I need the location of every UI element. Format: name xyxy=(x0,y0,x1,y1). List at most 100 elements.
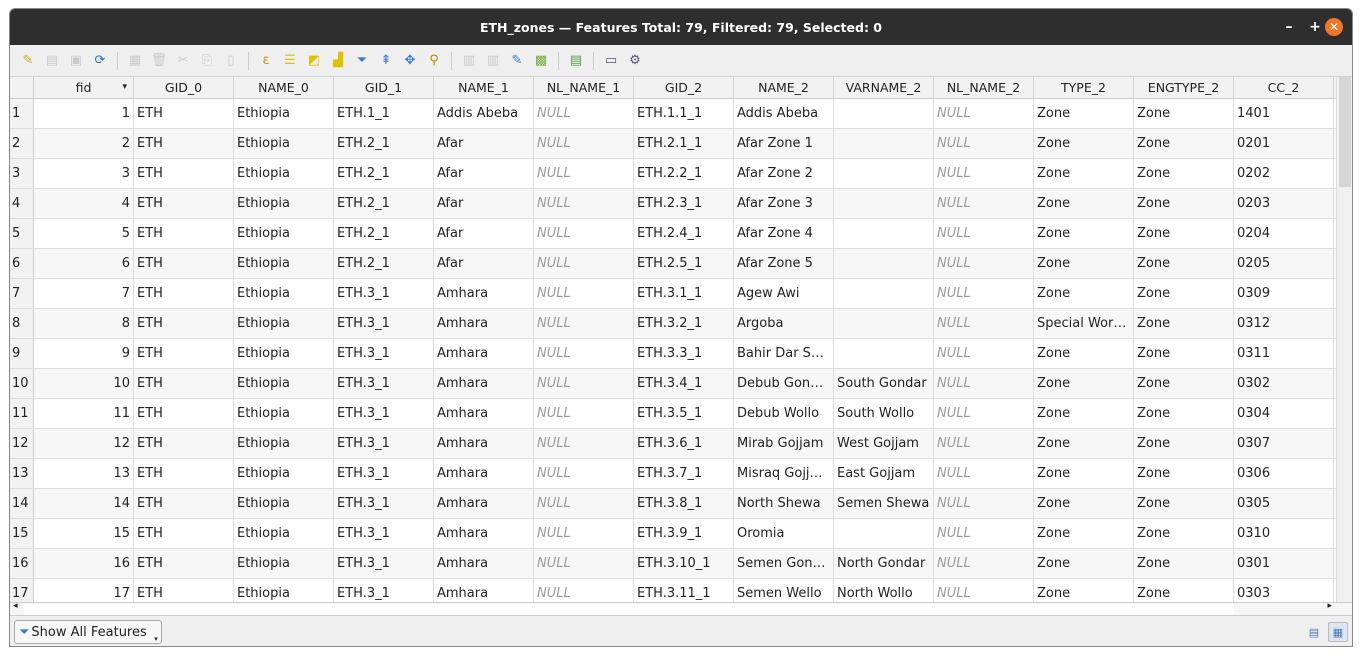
cell-type_2[interactable]: Zone xyxy=(1034,429,1134,458)
cell-cc_2[interactable]: 0205 xyxy=(1234,249,1334,278)
cell-cc_2[interactable]: 0307 xyxy=(1234,429,1334,458)
horizontal-scroll-thumb[interactable] xyxy=(24,604,1234,615)
cell-fid[interactable]: 16 xyxy=(34,549,134,578)
cell-gid_0[interactable]: ETH xyxy=(134,549,234,578)
cell-gid_0[interactable]: ETH xyxy=(134,459,234,488)
cell-cc_2[interactable]: 0301 xyxy=(1234,549,1334,578)
cell-gid_0[interactable]: ETH xyxy=(134,579,234,602)
cell-varname_2[interactable] xyxy=(834,189,934,218)
cell-name_2[interactable]: Bahir Dar S… xyxy=(734,339,834,368)
cell-gid_1[interactable]: ETH.3_1 xyxy=(334,459,434,488)
cell-name_1[interactable]: Amhara xyxy=(434,459,534,488)
cell-varname_2[interactable] xyxy=(834,99,934,128)
cell-nl_name_1[interactable]: NULL xyxy=(534,549,634,578)
toggle-multi-edit-icon[interactable]: ▤ xyxy=(42,51,62,71)
cell-varname_2[interactable] xyxy=(834,249,934,278)
delete-selected-icon[interactable]: 🗑 xyxy=(149,51,169,71)
cell-gid_2[interactable]: ETH.2.1_1 xyxy=(634,129,734,158)
cell-engtype_2[interactable]: Zone xyxy=(1134,249,1234,278)
cell-type_2[interactable]: Zone xyxy=(1034,489,1134,518)
cell-engtype_2[interactable]: Zone xyxy=(1134,279,1234,308)
cell-engtype_2[interactable]: Zone xyxy=(1134,189,1234,218)
cell-type_2[interactable]: Zone xyxy=(1034,399,1134,428)
cell-varname_2[interactable]: East Gojjam xyxy=(834,459,934,488)
cell-name_0[interactable]: Ethiopia xyxy=(234,489,334,518)
row-header[interactable]: 16 xyxy=(10,549,34,578)
row-header[interactable]: 1 xyxy=(10,99,34,128)
column-header-varname_2[interactable]: VARNAME_2 xyxy=(834,77,934,98)
cell-cc_2[interactable]: 1401 xyxy=(1234,99,1334,128)
cell-varname_2[interactable] xyxy=(834,339,934,368)
cell-gid_2[interactable]: ETH.2.4_1 xyxy=(634,219,734,248)
row-header[interactable]: 9 xyxy=(10,339,34,368)
cell-gid_1[interactable]: ETH.1_1 xyxy=(334,99,434,128)
table-row[interactable]: 8 8 ETH Ethiopia ETH.3_1 Amhara NULL ETH.3.2_1 A… xyxy=(10,309,1336,339)
cell-gid_1[interactable]: ETH.3_1 xyxy=(334,339,434,368)
cell-name_2[interactable]: Addis Abeba xyxy=(734,99,834,128)
cell-engtype_2[interactable]: Zone xyxy=(1134,399,1234,428)
minimize-button[interactable]: – xyxy=(1280,18,1298,36)
cell-name_2[interactable]: Semen Gon… xyxy=(734,549,834,578)
row-header[interactable]: 17 xyxy=(10,579,34,602)
cell-engtype_2[interactable]: Zone xyxy=(1134,459,1234,488)
table-row[interactable]: 12 12 ETH Ethiopia ETH.3_1 Amhara NULL ETH.3.6_… xyxy=(10,429,1336,459)
cell-gid_2[interactable]: ETH.3.5_1 xyxy=(634,399,734,428)
row-header[interactable]: 14 xyxy=(10,489,34,518)
table-row[interactable]: 5 5 ETH Ethiopia ETH.2_1 Afar NULL ETH.2.4_1 Afa… xyxy=(10,219,1336,249)
paste-icon[interactable]: ▯ xyxy=(221,51,241,71)
cell-cc_2[interactable]: 0303 xyxy=(1234,579,1334,602)
row-header[interactable]: 2 xyxy=(10,129,34,158)
reload-icon[interactable]: ⟳ xyxy=(90,51,110,71)
cell-cc_2[interactable]: 0203 xyxy=(1234,189,1334,218)
cell-gid_1[interactable]: ETH.3_1 xyxy=(334,519,434,548)
cell-fid[interactable]: 14 xyxy=(34,489,134,518)
cell-type_2[interactable]: Zone xyxy=(1034,249,1134,278)
cell-nl_name_1[interactable]: NULL xyxy=(534,279,634,308)
cell-nl_name_2[interactable]: NULL xyxy=(934,579,1034,602)
cell-name_1[interactable]: Afar xyxy=(434,219,534,248)
cell-nl_name_2[interactable]: NULL xyxy=(934,369,1034,398)
zoom-to-selected-icon[interactable]: ⚲ xyxy=(424,51,444,71)
cell-name_2[interactable]: Semen Wello xyxy=(734,579,834,602)
row-header[interactable]: 12 xyxy=(10,429,34,458)
cell-gid_0[interactable]: ETH xyxy=(134,219,234,248)
cell-nl_name_1[interactable]: NULL xyxy=(534,579,634,602)
table-row[interactable]: 7 7 ETH Ethiopia ETH.3_1 Amhara NULL ETH.3.1_1 A… xyxy=(10,279,1336,309)
cell-nl_name_2[interactable]: NULL xyxy=(934,159,1034,188)
cell-fid[interactable]: 9 xyxy=(34,339,134,368)
cell-nl_name_2[interactable]: NULL xyxy=(934,99,1034,128)
cut-icon[interactable]: ✂ xyxy=(173,51,193,71)
cell-name_1[interactable]: Amhara xyxy=(434,369,534,398)
row-header[interactable]: 4 xyxy=(10,189,34,218)
cell-name_1[interactable]: Amhara xyxy=(434,309,534,338)
cell-gid_2[interactable]: ETH.2.3_1 xyxy=(634,189,734,218)
cell-cc_2[interactable]: 0312 xyxy=(1234,309,1334,338)
cell-type_2[interactable]: Zone xyxy=(1034,189,1134,218)
cell-engtype_2[interactable]: Zone xyxy=(1134,99,1234,128)
cell-name_0[interactable]: Ethiopia xyxy=(234,339,334,368)
cell-nl_name_2[interactable]: NULL xyxy=(934,339,1034,368)
cell-cc_2[interactable]: 0310 xyxy=(1234,519,1334,548)
cell-nl_name_1[interactable]: NULL xyxy=(534,339,634,368)
cell-nl_name_1[interactable]: NULL xyxy=(534,369,634,398)
table-row[interactable]: 1 1 ETH Ethiopia ETH.1_1 Addis Abeba NULL ETH.1… xyxy=(10,99,1336,129)
cell-name_1[interactable]: Addis Abeba xyxy=(434,99,534,128)
form-view-button[interactable]: ▤ xyxy=(1304,622,1324,642)
cell-fid[interactable]: 13 xyxy=(34,459,134,488)
cell-nl_name_1[interactable]: NULL xyxy=(534,519,634,548)
cell-name_0[interactable]: Ethiopia xyxy=(234,579,334,602)
cell-fid[interactable]: 11 xyxy=(34,399,134,428)
cell-cc_2[interactable]: 0311 xyxy=(1234,339,1334,368)
cell-varname_2[interactable] xyxy=(834,219,934,248)
cell-gid_0[interactable]: ETH xyxy=(134,99,234,128)
sort-indicator-icon[interactable]: ▾ xyxy=(122,77,127,98)
cell-varname_2[interactable] xyxy=(834,309,934,338)
save-edits-icon[interactable]: ▣ xyxy=(66,51,86,71)
toggle-editing-icon[interactable]: ✎ xyxy=(18,51,38,71)
cell-name_1[interactable]: Amhara xyxy=(434,399,534,428)
column-header-gid_0[interactable]: GID_0 xyxy=(134,77,234,98)
cell-name_2[interactable]: Misraq Gojj… xyxy=(734,459,834,488)
column-header-name_1[interactable]: NAME_1 xyxy=(434,77,534,98)
cell-fid[interactable]: 1 xyxy=(34,99,134,128)
cell-gid_2[interactable]: ETH.3.2_1 xyxy=(634,309,734,338)
